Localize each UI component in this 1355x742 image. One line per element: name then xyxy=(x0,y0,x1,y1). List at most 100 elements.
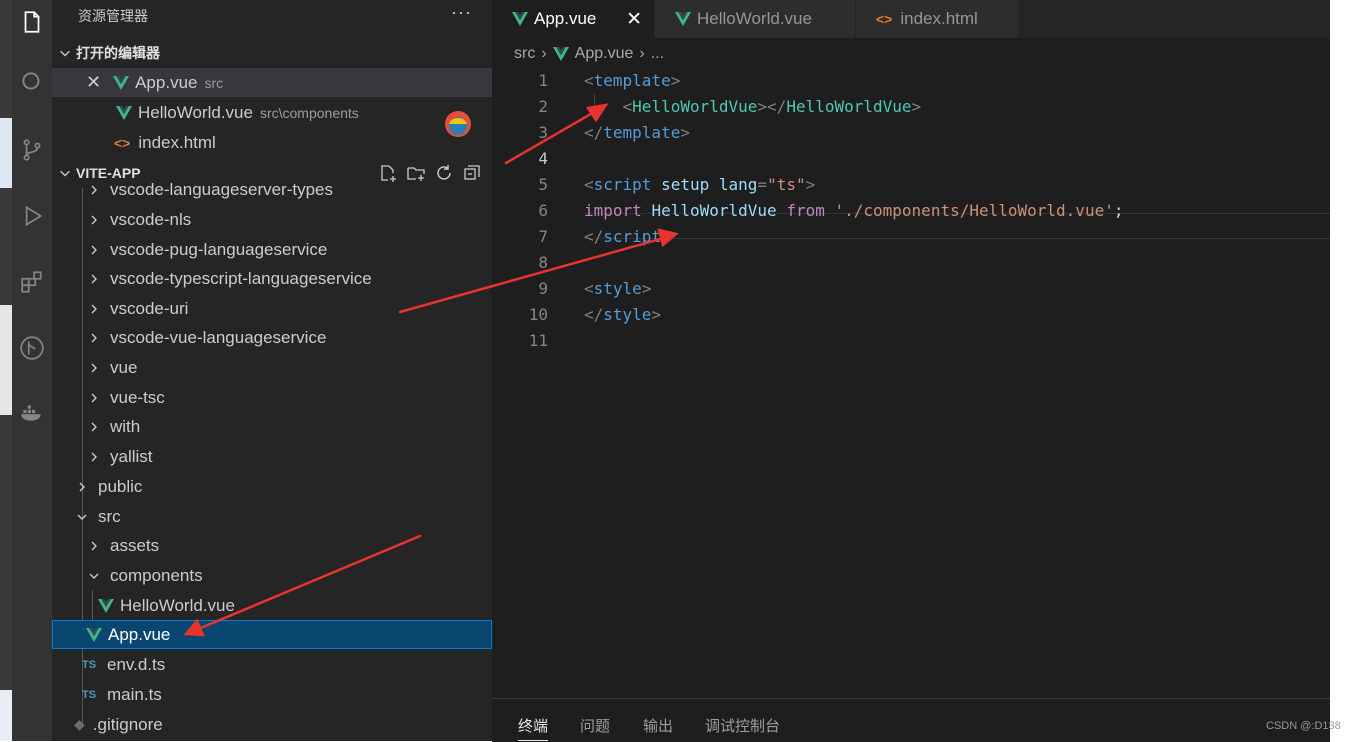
activity-bar xyxy=(12,0,52,741)
chevron-down-icon xyxy=(77,514,87,520)
tree-item-folder-src[interactable]: src xyxy=(52,502,492,531)
panel-tab-problems[interactable]: 问题 xyxy=(580,715,610,736)
explorer-files-icon[interactable] xyxy=(12,2,52,42)
tree-item-label: vscode-uri xyxy=(110,298,189,318)
chevron-right-icon xyxy=(91,452,97,461)
explorer-title: 资源管理器 xyxy=(78,8,148,24)
breadcrumb-item[interactable]: App.vue xyxy=(575,45,634,63)
tree-item-file-helloworld[interactable]: HelloWorld.vue xyxy=(52,591,492,620)
tree-item-label: src xyxy=(98,506,121,526)
explorer-header: 资源管理器 ··· xyxy=(52,0,492,30)
code-line: </script> xyxy=(584,227,671,246)
git-graph-icon[interactable] xyxy=(12,328,52,368)
tab-label: App.vue xyxy=(534,9,597,28)
vue-file-icon xyxy=(86,627,102,642)
tab-label: index.html xyxy=(900,9,978,28)
code-line: import HelloWorldVue from './components/… xyxy=(584,201,1124,220)
chevron-right-icon xyxy=(91,422,97,431)
panel-tab-terminal[interactable]: 终端 xyxy=(518,715,549,741)
line-number: 11 xyxy=(528,331,548,350)
vue-file-icon xyxy=(552,47,569,61)
git-file-icon: ◆ xyxy=(74,716,85,732)
code-line: <HelloWorldVue></HelloWorldVue> xyxy=(622,97,922,116)
close-icon[interactable]: ✕ xyxy=(86,72,101,93)
breadcrumb: src › App.vue › ... xyxy=(514,42,664,66)
tab-app-vue[interactable]: App.vue ✕ xyxy=(492,0,654,38)
open-editor-desc: src\components xyxy=(259,104,359,121)
extensions-icon[interactable] xyxy=(12,262,52,302)
tree-item-file-env-d-ts[interactable]: TS env.d.ts xyxy=(52,650,492,679)
tree-item-folder[interactable]: vscode-languageserver-types xyxy=(52,176,492,204)
docker-icon[interactable] xyxy=(12,392,52,432)
watermark: CSDN @:D138 xyxy=(1266,720,1341,732)
tree-item-label: env.d.ts xyxy=(107,654,166,674)
code-line: <template> xyxy=(584,71,681,90)
search-icon[interactable] xyxy=(12,62,52,102)
line-number: 1 xyxy=(538,71,548,90)
tree-item-folder[interactable]: vscode-uri xyxy=(52,294,492,323)
chevron-right-icon xyxy=(91,274,97,283)
tree-item-label: yallist xyxy=(110,446,153,466)
editor-area: App.vue ✕ HelloWorld.vue <> index.html s… xyxy=(492,0,1330,742)
tree-item-folder-assets[interactable]: assets xyxy=(52,531,492,560)
code-editor[interactable]: 1 <template> 2 <HelloWorldVue></HelloWor… xyxy=(492,68,1330,698)
line-number: 5 xyxy=(538,175,548,194)
tree-item-label: with xyxy=(110,416,141,436)
vue-file-icon xyxy=(113,75,130,90)
tree-item-label: .gitignore xyxy=(92,714,163,734)
tree-item-file-gitignore[interactable]: ◆ .gitignore xyxy=(52,710,492,739)
tab-index-html[interactable]: <> index.html xyxy=(856,0,1018,38)
chevron-down-icon xyxy=(89,573,99,579)
open-editor-item-helloworld-vue[interactable]: HelloWorld.vue src\components xyxy=(52,98,492,127)
tree-item-folder[interactable]: vscode-vue-languageservice xyxy=(52,323,492,352)
open-editor-item-app-vue[interactable]: ✕ App.vue src xyxy=(52,68,492,97)
close-icon[interactable]: ✕ xyxy=(626,8,642,31)
chevron-right-icon xyxy=(79,482,85,491)
line-number: 6 xyxy=(538,201,548,220)
tree-item-folder[interactable]: yallist xyxy=(52,442,492,471)
tree-item-label: App.vue xyxy=(108,624,171,644)
line-number: 10 xyxy=(528,305,548,324)
tree-item-folder[interactable]: vscode-typescript-languageservice xyxy=(52,264,492,293)
tree-item-label: vscode-languageserver-types xyxy=(110,180,334,199)
chevron-right-icon: › xyxy=(639,45,645,62)
tree-item-folder[interactable]: with xyxy=(52,412,492,441)
chevron-right-icon xyxy=(91,393,97,402)
tree-item-label: assets xyxy=(110,535,160,555)
tab-helloworld-vue[interactable]: HelloWorld.vue xyxy=(655,0,855,38)
explorer-sidebar: 资源管理器 ··· 打开的编辑器 ✕ App.vue src HelloWorl… xyxy=(52,0,492,741)
breadcrumb-item[interactable]: ... xyxy=(651,45,664,63)
tree-item-folder[interactable]: vue xyxy=(52,353,492,382)
line-number: 2 xyxy=(538,97,548,116)
panel-tab-output[interactable]: 输出 xyxy=(643,715,673,736)
run-debug-icon[interactable] xyxy=(12,196,52,236)
tree-item-label: vue xyxy=(110,357,138,377)
tree-item-folder-public[interactable]: public xyxy=(52,472,492,501)
tree-item-label: vscode-pug-languageservice xyxy=(110,239,328,259)
code-line: </template> xyxy=(584,123,690,142)
code-line: <style> xyxy=(584,279,652,298)
source-control-icon[interactable] xyxy=(12,130,52,170)
chevron-right-icon xyxy=(91,304,97,313)
panel-tab-debug-console[interactable]: 调试控制台 xyxy=(705,715,780,736)
tree-item-file-app-vue[interactable]: App.vue xyxy=(52,620,492,649)
tree-item-folder[interactable]: vue-tsc xyxy=(52,383,492,412)
tree-item-folder[interactable]: vscode-pug-languageservice xyxy=(52,235,492,264)
vue-file-icon xyxy=(98,598,114,613)
tab-label: HelloWorld.vue xyxy=(697,9,812,28)
open-editor-item-index-html[interactable]: <> index.html xyxy=(52,128,492,157)
chevron-right-icon xyxy=(91,333,97,342)
chevron-right-icon xyxy=(91,245,97,254)
tree-item-folder-components[interactable]: components xyxy=(52,561,492,590)
tree-item-file-main-ts[interactable]: TS main.ts xyxy=(52,680,492,709)
chevron-right-icon: › xyxy=(541,45,547,62)
tree-item-folder[interactable]: vscode-nls xyxy=(52,205,492,234)
breadcrumb-item[interactable]: src xyxy=(514,45,535,63)
open-editors-header[interactable]: 打开的编辑器 xyxy=(52,40,492,66)
tree-item-label: vscode-vue-languageservice xyxy=(110,327,327,347)
html-file-icon: <> xyxy=(114,134,131,151)
code-line: </style> xyxy=(584,305,662,324)
chevron-right-icon xyxy=(91,215,97,224)
more-actions-button[interactable]: ··· xyxy=(451,2,472,23)
line-number: 3 xyxy=(538,123,548,142)
